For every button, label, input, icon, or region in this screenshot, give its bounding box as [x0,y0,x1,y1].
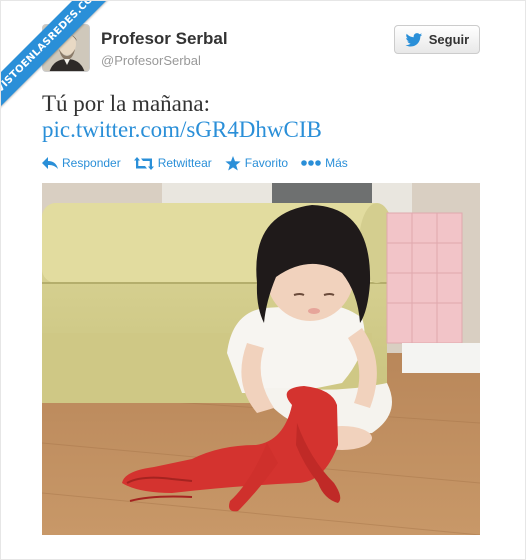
reply-button[interactable]: Responder [42,156,121,170]
corner-ribbon: VISTOENLASREDES.COM [1,1,121,121]
reply-icon [42,157,58,169]
more-icon [301,160,321,166]
reply-label: Responder [62,156,121,170]
more-button[interactable]: Más [301,156,348,170]
follow-button[interactable]: Seguir [394,25,480,54]
follow-button-label: Seguir [428,32,470,47]
retweet-button[interactable]: Retwittear [133,156,212,170]
twitter-bird-icon [405,32,422,47]
tweet-actions: Responder Retwittear Favorito Más [42,153,361,173]
photo-illustration [42,183,480,535]
tweet-card: VISTOENLASREDES.COM Profesor Serbal @Pro… [0,0,526,560]
retweet-label: Retwittear [157,156,212,170]
watermark-label: VISTOENLASREDES.COM [1,1,121,121]
star-icon [225,155,241,170]
favorite-label: Favorito [244,156,289,170]
favorite-button[interactable]: Favorito [225,155,289,171]
tweet-photo[interactable] [42,183,480,535]
more-label: Más [325,156,348,170]
retweet-icon [133,156,154,170]
